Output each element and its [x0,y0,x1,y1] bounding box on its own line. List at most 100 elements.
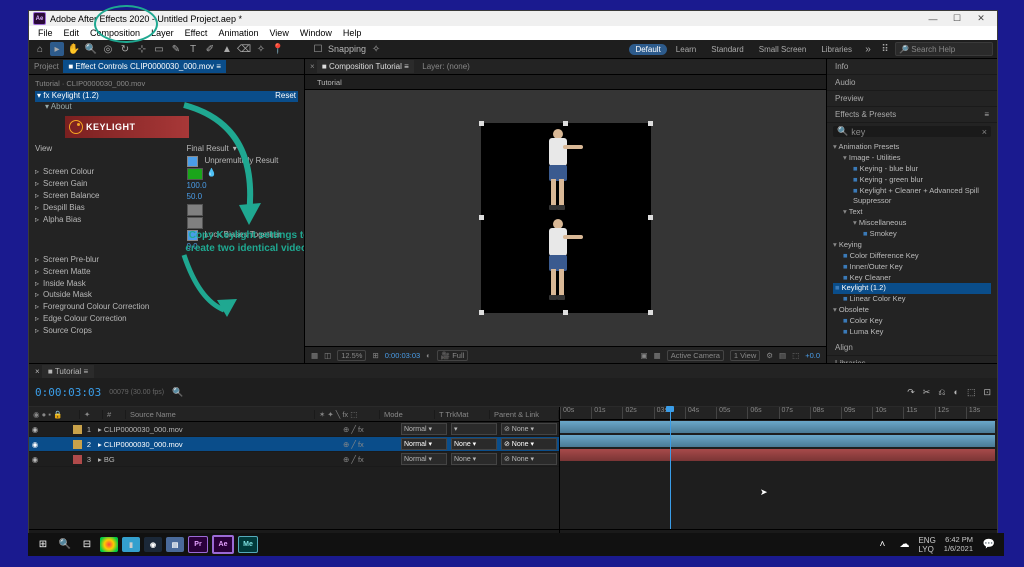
comp-subtab[interactable]: Tutorial [311,77,348,88]
minimize-button[interactable]: — [921,14,945,24]
hand-tool-icon[interactable]: ✋ [67,42,81,56]
preset-item[interactable]: Inner/Outer Key [833,262,991,273]
composition-canvas[interactable] [481,123,651,313]
mask-icon[interactable]: ▤ [779,351,786,360]
preset-item[interactable]: Animation Presets [833,142,991,153]
menu-composition[interactable]: Composition [85,28,145,38]
despill-chip[interactable] [187,204,203,216]
visibility-icon[interactable]: ◉ [29,425,41,434]
view-opts-icon[interactable]: ⚙ [766,351,773,360]
time-display[interactable]: 0:00:03:03 [385,351,420,360]
menu-help[interactable]: Help [338,28,367,38]
grid-icon[interactable]: ▦ [311,351,318,360]
mode-dropdown[interactable]: Normal ▾ [401,438,447,450]
search-icon[interactable]: 🔍 [54,536,76,554]
view-dropdown[interactable]: Final Result [187,144,229,155]
screen-gain-value[interactable]: 100.0 [187,181,207,192]
app-icon[interactable]: ▤ [166,537,184,552]
media-encoder-icon[interactable]: Me [238,536,258,553]
menu-file[interactable]: File [33,28,58,38]
res-dropdown[interactable]: 🎥 Full [437,350,469,361]
lang-indicator[interactable]: ENGLYQ [915,536,938,554]
tl-tool-icon[interactable]: ⬚ [967,387,976,398]
layer-row[interactable]: ◉2▸ CLIP0000030_000.mov⊕ ╱ fxNormal ▾Non… [29,437,559,452]
workspace-small[interactable]: Small Screen [753,44,813,55]
workspace-default[interactable]: Default [629,44,666,55]
menu-animation[interactable]: Animation [213,28,263,38]
chrome-icon[interactable] [100,537,118,552]
audio-panel-header[interactable]: Audio [827,75,997,91]
effect-controls-tab[interactable]: ■ Effect Controls CLIP0000030_000.mov ≡ [63,60,226,73]
unpremult-check[interactable] [187,156,198,167]
workspace-standard[interactable]: Standard [705,44,749,55]
menu-view[interactable]: View [264,28,293,38]
ruler-icon[interactable]: ⊞ [372,351,378,360]
preset-item[interactable]: Keying - green blur [833,175,991,186]
preset-item[interactable]: Color Key [833,316,991,327]
app-icon[interactable]: ▮ [122,537,140,552]
clear-search-icon[interactable]: × [982,127,987,137]
3d-icon[interactable]: ⬚ [792,351,799,360]
panel-menu-icon[interactable]: ≡ [984,110,989,119]
rect-tool-icon[interactable]: ▭ [152,42,166,56]
premiere-icon[interactable]: Pr [188,536,208,553]
fx-about[interactable]: ▾ About [35,102,298,113]
eraser-tool-icon[interactable]: ⌫ [237,42,251,56]
align-panel-header[interactable]: Align [827,340,997,356]
tl-tool-icon[interactable]: ✂ [923,387,931,398]
clock[interactable]: 6:42 PM1/6/2021 [939,536,978,553]
current-time-indicator[interactable] [670,407,671,544]
trkmat-dropdown[interactable]: ▾ [451,423,497,435]
preset-item[interactable]: Linear Color Key [833,294,991,305]
workspace-menu-icon[interactable]: ⠿ [878,42,892,56]
views-dropdown[interactable]: 1 View [730,350,760,361]
stamp-tool-icon[interactable]: ▲ [220,42,234,56]
tl-tool-icon[interactable]: ⊡ [983,387,991,398]
preset-item[interactable]: Color Difference Key [833,251,991,262]
timeline-tab[interactable]: ■ Tutorial ≡ [42,365,94,378]
snap-icon[interactable]: ◫ [324,351,331,360]
alpha-icon[interactable]: ◐ [426,351,431,360]
preview-panel-header[interactable]: Preview [827,91,997,107]
alpha-chip[interactable] [187,217,203,229]
trkmat-dropdown[interactable]: None ▾ [451,453,497,465]
parent-dropdown[interactable]: ⊘ None ▾ [501,438,557,450]
onedrive-icon[interactable]: ☁ [893,536,915,554]
tl-tool-icon[interactable]: ⎌ [938,387,945,398]
transparency-icon[interactable]: ▦ [654,351,661,360]
screen-colour-chip[interactable] [187,168,203,180]
tl-tool-icon[interactable]: ◐ [954,387,959,397]
visibility-icon[interactable]: ◉ [29,440,41,449]
snapping-check-icon[interactable]: ☐ [311,42,325,56]
roto-tool-icon[interactable]: ✧ [254,42,268,56]
preset-item[interactable]: Keylight + Cleaner + Advanced Spill Supp… [833,186,991,208]
effects-search-input[interactable]: 🔍 key × [833,126,991,137]
info-panel-header[interactable]: Info [827,59,997,75]
viewer[interactable]: ▦ ◫ 12.5% ⊞ 0:00:03:03 ◐ 🎥 Full ▣ ▦ Acti… [305,90,826,363]
timecode-display[interactable]: 0:00:03:03 [35,386,101,399]
preset-item[interactable]: Keylight (1.2) [833,283,991,294]
tl-tool-icon[interactable]: ↷ [907,387,915,398]
type-tool-icon[interactable]: T [186,42,200,56]
task-view-icon[interactable]: ⊟ [76,536,98,554]
visibility-icon[interactable]: ◉ [29,455,41,464]
layer-row[interactable]: ◉1▸ CLIP0000030_000.mov⊕ ╱ fxNormal ▾ ▾⊘… [29,422,559,437]
eyedropper-icon[interactable]: 💧 [207,168,217,179]
preset-item[interactable]: Image - Utilities [833,153,991,164]
selection-tool-icon[interactable]: ▸ [50,42,64,56]
home-icon[interactable]: ⌂ [33,42,47,56]
preset-item[interactable]: Keying [833,240,991,251]
time-ruler[interactable]: 00s01s02s03s04s05s06s07s08s09s10s11s12s1… [560,407,997,420]
effects-presets-header[interactable]: Effects & Presets [835,110,896,119]
camera-dropdown[interactable]: Active Camera [667,350,724,361]
mode-dropdown[interactable]: Normal ▾ [401,453,447,465]
pen-tool-icon[interactable]: ✎ [169,42,183,56]
notifications-icon[interactable]: 💬 [978,536,1000,554]
search-help-input[interactable]: 🔎 Search Help [895,42,993,56]
maximize-button[interactable]: ☐ [945,13,969,24]
preset-item[interactable]: Miscellaneous [833,218,991,229]
zoom-tool-icon[interactable]: 🔍 [84,42,98,56]
region-icon[interactable]: ▣ [641,351,648,360]
parent-dropdown[interactable]: ⊘ None ▾ [501,453,557,465]
screen-balance-value[interactable]: 50.0 [187,192,203,203]
